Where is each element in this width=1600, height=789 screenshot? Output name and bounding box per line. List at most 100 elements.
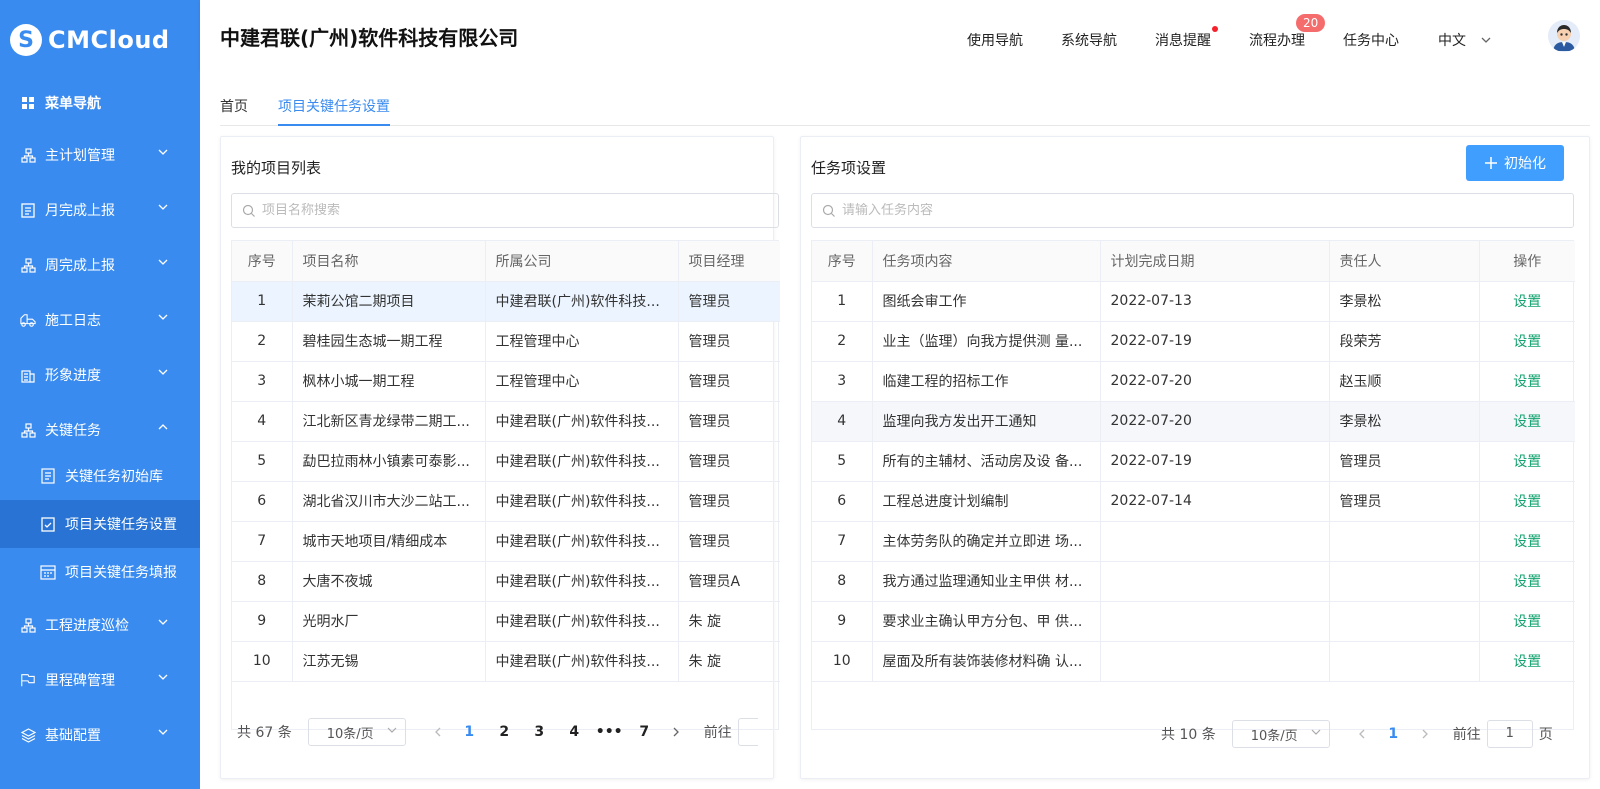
project-search[interactable] xyxy=(231,193,779,228)
table-cell: 管理员 xyxy=(678,401,780,442)
table-row[interactable]: 5 勐巴拉雨林小镇素可泰影... 中建君联(广州)软件科技... 管理员 xyxy=(232,441,780,482)
table-row[interactable]: 1 茉莉公馆二期项目 中建君联(广州)软件科技... 管理员 xyxy=(232,281,780,322)
table-cell: 碧桂园生态城一期工程 xyxy=(292,321,486,362)
sidebar-item-10[interactable]: 项目关键任务填报 xyxy=(0,548,200,596)
table-cell: 2022-07-14 xyxy=(1100,481,1330,522)
table-row: 5 所有的主辅材、活动房及设 备... 2022-07-19 管理员 设置 xyxy=(812,441,1575,482)
language-select[interactable]: 中文 xyxy=(1438,30,1492,50)
logo-mark: S xyxy=(10,24,42,56)
page-button[interactable]: 4 xyxy=(557,718,592,746)
table-cell: 屋面及所有装饰装修材料确 认... xyxy=(872,641,1101,682)
table-row[interactable]: 9 光明水厂 中建君联(广州)软件科技... 朱 旋 xyxy=(232,601,780,642)
sidebar-item-11[interactable]: 工程进度巡检 xyxy=(0,601,200,649)
table-cell xyxy=(1100,641,1330,682)
sidebar-item-3[interactable]: 月完成上报 xyxy=(0,186,200,234)
table-cell: 朱 旋 xyxy=(678,641,780,682)
page-button[interactable]: 1 xyxy=(452,718,487,746)
nav-system-guide[interactable]: 系统导航 xyxy=(1061,30,1117,50)
settings-link[interactable]: 设置 xyxy=(1479,441,1575,482)
project-pagination: 共 67 条 10条/页 1 2 3 4 ••• 7 前往 xyxy=(221,717,773,747)
sidebar-item-label: 施工日志 xyxy=(45,313,101,329)
sidebar-item-label: 主计划管理 xyxy=(45,148,115,164)
sidebar-item-9[interactable]: 项目关键任务设置 xyxy=(0,500,200,548)
company-name: 中建君联(广州)软件科技有限公司 xyxy=(220,26,519,50)
sidebar-item-12[interactable]: 里程碑管理 xyxy=(0,656,200,704)
table-cell: 1 xyxy=(812,281,873,322)
nav-task-center[interactable]: 任务中心 xyxy=(1343,30,1399,50)
sidebar-item-4[interactable]: 周完成上报 xyxy=(0,241,200,289)
task-settings-panel: 任务项设置 初始化 序号任务项内容计划完成日期责任人操作 1图纸会审工作2022… xyxy=(800,136,1590,779)
project-page-size-select[interactable]: 10条/页 xyxy=(307,718,406,746)
nav-usage-guide[interactable]: 使用导航 xyxy=(967,30,1023,50)
table-cell: 2022-07-19 xyxy=(1100,441,1330,482)
settings-link[interactable]: 设置 xyxy=(1479,281,1575,322)
table-cell: 2 xyxy=(232,321,293,362)
chevron-down-icon xyxy=(387,727,397,733)
settings-link[interactable]: 设置 xyxy=(1479,521,1575,562)
task-search[interactable] xyxy=(811,193,1574,228)
page-1-button[interactable]: 1 xyxy=(1376,720,1411,748)
settings-link[interactable]: 设置 xyxy=(1479,481,1575,522)
user-avatar[interactable] xyxy=(1548,20,1580,52)
settings-link[interactable]: 设置 xyxy=(1479,321,1575,362)
truck-icon xyxy=(20,312,36,328)
task-search-input[interactable] xyxy=(842,203,1518,218)
next-page-button[interactable] xyxy=(662,718,690,746)
building-icon xyxy=(20,367,36,383)
goto-input[interactable] xyxy=(737,718,758,746)
prev-page-button[interactable] xyxy=(424,718,452,746)
project-search-input[interactable] xyxy=(262,203,745,218)
org-icon xyxy=(20,422,36,438)
page-button[interactable]: 7 xyxy=(627,718,662,746)
next-page-button[interactable] xyxy=(1411,720,1439,748)
table-row: 6 工程总进度计划编制 2022-07-14 管理员 设置 xyxy=(812,481,1575,522)
goto-label: 前往 xyxy=(1452,727,1481,743)
sidebar-item-2[interactable]: 主计划管理 xyxy=(0,131,200,179)
table-cell: 中建君联(广州)软件科技... xyxy=(485,281,679,322)
nav-workflow[interactable]: 流程办理 xyxy=(1249,30,1305,50)
table-row: 8 我方通过监理通知业主甲供 材... 设置 xyxy=(812,561,1575,602)
initialize-button[interactable]: 初始化 xyxy=(1466,145,1564,181)
sidebar-item-5[interactable]: 施工日志 xyxy=(0,296,200,344)
table-cell: 临建工程的招标工作 xyxy=(872,361,1101,402)
flag-icon xyxy=(20,672,36,688)
table-cell: 所有的主辅材、活动房及设 备... xyxy=(872,441,1101,482)
sidebar-item-7[interactable]: 关键任务 xyxy=(0,406,200,454)
sidebar-item-label: 项目关键任务设置 xyxy=(65,517,177,533)
sidebar-item-6[interactable]: 形象进度 xyxy=(0,351,200,399)
table-cell: 8 xyxy=(812,561,873,602)
task-page-size-select[interactable]: 10条/页 xyxy=(1231,720,1330,748)
sidebar-item-label: 基础配置 xyxy=(45,728,101,744)
clipboard-icon xyxy=(20,202,36,218)
tab-project-key-task-settings[interactable]: 项目关键任务设置 xyxy=(278,96,390,116)
table-row[interactable]: 7 城市天地项目/精细成本 中建君联(广州)软件科技... 管理员 xyxy=(232,521,780,562)
table-row[interactable]: 3 枫林小城一期工程 工程管理中心 管理员 xyxy=(232,361,780,402)
page-button[interactable]: ••• xyxy=(592,718,627,746)
settings-link[interactable]: 设置 xyxy=(1479,361,1575,402)
page-button[interactable]: 3 xyxy=(522,718,557,746)
sidebar-item-8[interactable]: 关键任务初始库 xyxy=(0,452,200,500)
tab-home[interactable]: 首页 xyxy=(220,96,248,116)
settings-link[interactable]: 设置 xyxy=(1479,401,1575,442)
settings-link[interactable]: 设置 xyxy=(1479,641,1575,682)
chevron-right-icon xyxy=(673,727,679,737)
table-cell: 2022-07-13 xyxy=(1100,281,1330,322)
table-row[interactable]: 2 碧桂园生态城一期工程 工程管理中心 管理员 xyxy=(232,321,780,362)
settings-link[interactable]: 设置 xyxy=(1479,561,1575,602)
table-cell: 李景松 xyxy=(1329,401,1480,442)
table-cell: 4 xyxy=(812,401,873,442)
table-row[interactable]: 6 湖北省汉川市大沙二站工... 中建君联(广州)软件科技... 管理员 xyxy=(232,481,780,522)
goto-input[interactable]: 1 xyxy=(1486,720,1533,748)
table-cell: 朱 旋 xyxy=(678,601,780,642)
table-row[interactable]: 8 大唐不夜城 中建君联(广州)软件科技... 管理员A xyxy=(232,561,780,602)
sidebar-item-13[interactable]: 基础配置 xyxy=(0,711,200,759)
prev-page-button[interactable] xyxy=(1348,720,1376,748)
nav-messages[interactable]: 消息提醒 xyxy=(1155,30,1211,50)
table-row[interactable]: 10 江苏无锡 中建君联(广州)软件科技... 朱 旋 xyxy=(232,641,780,682)
chevron-down-icon xyxy=(158,369,168,375)
sidebar-item-label: 项目关键任务填报 xyxy=(65,565,177,581)
table-row[interactable]: 4 江北新区青龙绿带二期工... 中建君联(广州)软件科技... 管理员 xyxy=(232,401,780,442)
page-button[interactable]: 2 xyxy=(487,718,522,746)
sidebar-item-1[interactable]: 菜单导航 xyxy=(0,79,200,127)
settings-link[interactable]: 设置 xyxy=(1479,601,1575,642)
